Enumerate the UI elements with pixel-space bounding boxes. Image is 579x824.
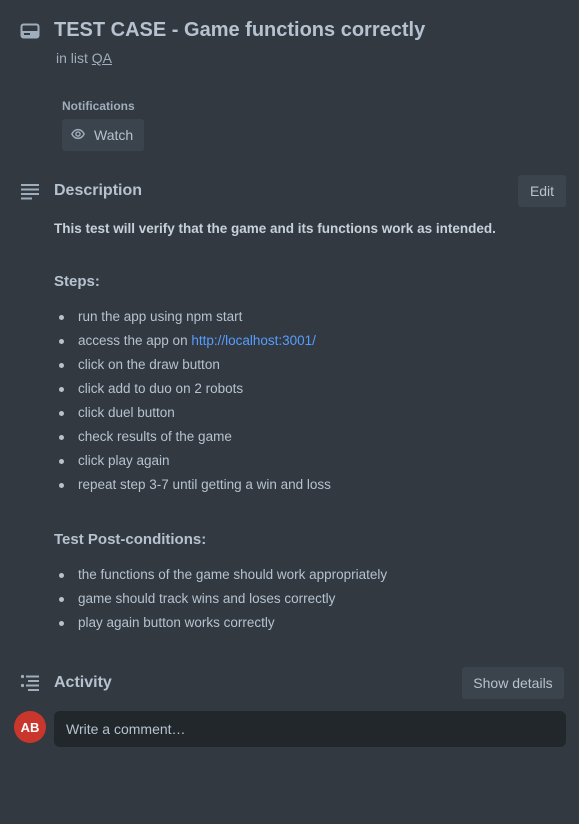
steps-list: run the app using npm start access the a… — [58, 305, 331, 497]
list-item: check results of the game — [58, 425, 331, 449]
description-intro: This test will verify that the game and … — [54, 221, 496, 236]
comment-input[interactable]: Write a comment… — [54, 711, 566, 747]
list-item: run the app using npm start — [58, 305, 331, 329]
list-item: repeat step 3-7 until getting a win and … — [58, 473, 331, 497]
steps-heading: Steps: — [54, 273, 100, 290]
list-item: the functions of the game should work ap… — [58, 563, 387, 587]
activity-title: Activity — [54, 674, 112, 691]
list-item: play again button works correctly — [58, 611, 387, 635]
list-item: click on the draw button — [58, 353, 331, 377]
avatar[interactable]: AB — [14, 711, 46, 743]
list-info: in list QA — [56, 50, 112, 66]
description-icon — [20, 181, 40, 201]
edit-button[interactable]: Edit — [518, 175, 566, 207]
in-list-label: in list — [56, 50, 88, 66]
list-link[interactable]: QA — [92, 50, 112, 66]
list-item: click duel button — [58, 401, 331, 425]
watch-label: Watch — [94, 127, 134, 143]
card-icon — [20, 21, 40, 41]
description-title: Description — [54, 182, 143, 199]
show-details-button[interactable]: Show details — [462, 667, 564, 699]
list-item: access the app on http://localhost:3001/ — [58, 329, 331, 353]
eye-icon — [71, 127, 85, 144]
card-title[interactable]: TEST CASE - Game functions correctly — [54, 19, 425, 42]
notifications-label: Notifications — [62, 99, 135, 113]
watch-button[interactable]: Watch — [62, 119, 144, 151]
list-item: click play again — [58, 449, 331, 473]
list-item: game should track wins and loses correct… — [58, 587, 387, 611]
localhost-link[interactable]: http://localhost:3001/ — [191, 333, 316, 348]
list-item: click add to duo on 2 robots — [58, 377, 331, 401]
activity-icon — [20, 673, 40, 693]
post-conditions-list: the functions of the game should work ap… — [58, 563, 387, 635]
post-conditions-heading: Test Post-conditions: — [54, 531, 207, 548]
